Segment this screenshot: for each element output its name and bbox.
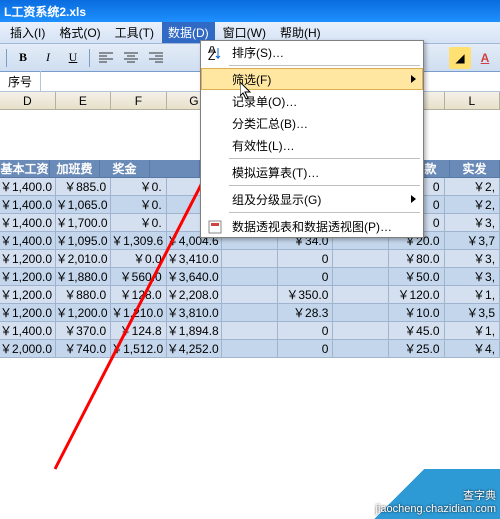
table-cell[interactable]: 0 (278, 340, 334, 358)
table-cell[interactable]: ￥10.0 (389, 304, 445, 322)
align-right-button[interactable] (145, 47, 167, 69)
table-cell[interactable]: ￥3,7 (445, 232, 500, 250)
watermark-text2: jiaocheng.chazidian.com (376, 503, 496, 515)
separator (6, 49, 7, 67)
table-cell[interactable]: ￥4, (445, 340, 500, 358)
menu-item[interactable]: 组及分级显示(G) (201, 188, 423, 210)
cursor-pointer-icon (240, 82, 256, 102)
italic-button[interactable]: I (37, 47, 59, 69)
table-cell[interactable]: ￥80.0 (389, 250, 445, 268)
pivot-icon (206, 218, 224, 236)
separator (89, 49, 90, 67)
svg-text:Z: Z (208, 49, 215, 60)
table-cell[interactable] (333, 250, 389, 268)
submenu-arrow-icon (411, 75, 416, 83)
menu-item[interactable]: 分类汇总(B)… (201, 112, 423, 134)
menu-item[interactable]: 筛选(F) (201, 68, 423, 90)
menu-item[interactable]: 有效性(L)… (201, 134, 423, 156)
table-cell[interactable] (333, 322, 389, 340)
table-cell[interactable]: ￥1, (445, 322, 500, 340)
table-cell[interactable]: ￥120.0 (389, 286, 445, 304)
font-color-button[interactable]: A (474, 47, 496, 69)
menu-separator (229, 185, 420, 186)
col-l[interactable]: L (445, 92, 500, 110)
table-cell[interactable] (333, 286, 389, 304)
table-cell[interactable] (333, 340, 389, 358)
menu-item-label: 组及分级显示(G) (232, 191, 321, 208)
menu-tools[interactable]: 工具(T) (109, 22, 160, 43)
underline-button[interactable]: U (62, 47, 84, 69)
table-cell[interactable]: ￥3, (445, 214, 500, 232)
submenu-arrow-icon (411, 195, 416, 203)
data-menu-dropdown: AZ 排序(S)… 筛选(F)记录单(O)… 分类汇总(B)… 有效性(L)… 模拟运算表… (200, 40, 424, 238)
menu-item-label: 数据透视表和数据透视图(P)… (232, 218, 392, 235)
table-cell[interactable]: 0 (278, 322, 334, 340)
align-left-button[interactable] (95, 47, 117, 69)
watermark: 查字典 jiaocheng.chazidian.com (340, 469, 500, 519)
menu-format[interactable]: 格式(O) (53, 22, 106, 43)
name-box[interactable]: 序号 (0, 71, 41, 92)
table-cell[interactable] (333, 304, 389, 322)
table-cell[interactable]: ￥50.0 (389, 268, 445, 286)
menu-item[interactable]: 模拟运算表(T)… (201, 161, 423, 183)
menu-separator (229, 212, 420, 213)
bold-button[interactable]: B (12, 47, 34, 69)
menu-separator (229, 158, 420, 159)
menu-item-label: 分类汇总(B)… (232, 115, 308, 132)
table-cell[interactable]: ￥2, (445, 196, 500, 214)
table-cell[interactable]: ￥350.0 (278, 286, 334, 304)
menu-item-label: 排序(S)… (232, 44, 284, 61)
table-cell[interactable]: ￥3, (445, 268, 500, 286)
table-cell[interactable]: ￥3, (445, 250, 500, 268)
table-cell[interactable] (333, 268, 389, 286)
menu-item[interactable]: 数据透视表和数据透视图(P)… (201, 215, 423, 237)
window-title: L工资系统2.xls (4, 3, 86, 20)
table-header-cell: 实发 (450, 160, 500, 178)
menu-insert[interactable]: 插入(I) (4, 22, 51, 43)
table-cell[interactable]: ￥28.3 (278, 304, 334, 322)
menu-item[interactable]: AZ 排序(S)… (201, 41, 423, 63)
table-cell[interactable]: ￥2, (445, 178, 500, 196)
menu-item-label: 模拟运算表(T)… (232, 164, 319, 181)
watermark-text1: 查字典 (376, 487, 496, 503)
table-cell[interactable]: ￥3,5 (445, 304, 500, 322)
menu-separator (229, 65, 420, 66)
table-cell[interactable]: ￥25.0 (389, 340, 445, 358)
table-cell[interactable]: 0 (278, 268, 334, 286)
title-bar: L工资系统2.xls (0, 0, 500, 22)
table-cell[interactable]: 0 (278, 250, 334, 268)
align-center-button[interactable] (120, 47, 142, 69)
table-cell[interactable]: ￥1, (445, 286, 500, 304)
menu-item[interactable]: 记录单(O)… (201, 90, 423, 112)
menu-item-label: 有效性(L)… (232, 137, 295, 154)
table-cell[interactable]: ￥45.0 (389, 322, 445, 340)
sort-icon: AZ (206, 44, 224, 62)
fill-color-button[interactable]: ◢ (449, 47, 471, 69)
table-header-cell: 基本工资 (0, 160, 50, 178)
